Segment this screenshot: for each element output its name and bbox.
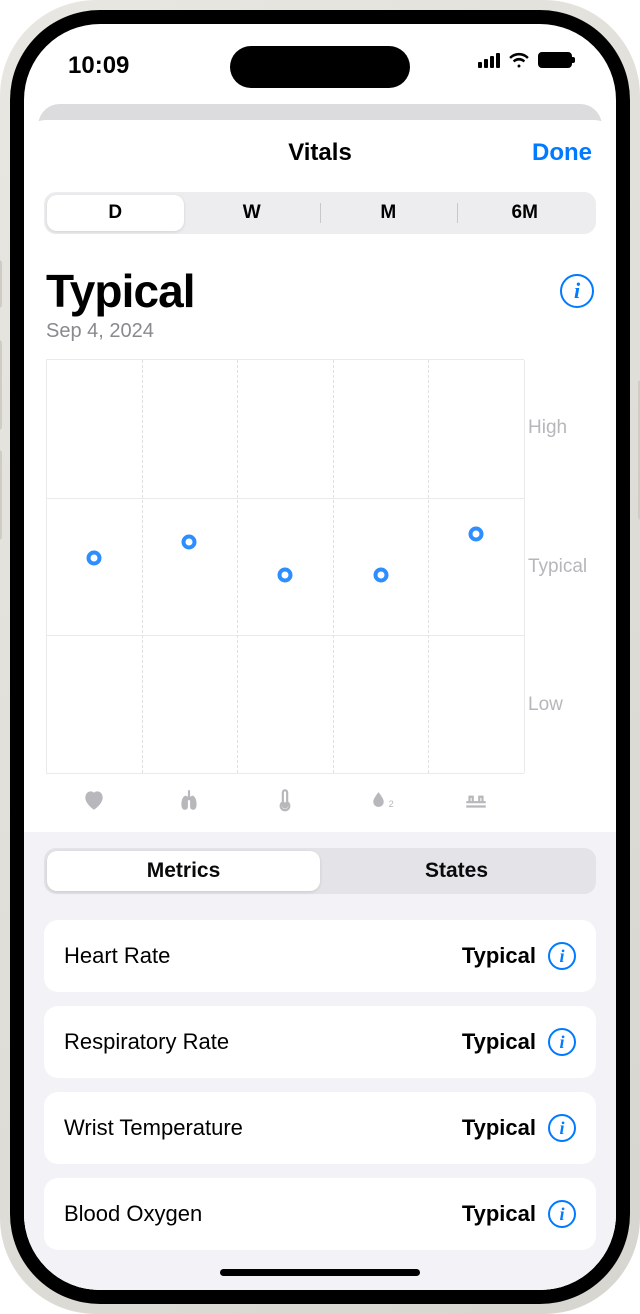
- metric-row[interactable]: Blood Oxygen Typical i: [44, 1178, 596, 1250]
- metric-value: Typical: [462, 1115, 536, 1141]
- metric-row[interactable]: Wrist Temperature Typical i: [44, 1092, 596, 1164]
- range-option-d[interactable]: D: [47, 195, 184, 232]
- thermometer-icon: [237, 782, 333, 818]
- metric-name: Heart Rate: [64, 943, 170, 969]
- ylabel-typical: Typical: [528, 556, 587, 578]
- metric-name: Blood Oxygen: [64, 1201, 202, 1227]
- range-option-6m[interactable]: 6M: [457, 195, 594, 232]
- chart-point: [469, 526, 484, 541]
- cellular-icon: [478, 53, 500, 68]
- vitals-sheet: Vitals Done D W M 6M Typical Sep 4, 2024: [24, 120, 616, 1290]
- status-time: 10:09: [68, 52, 129, 80]
- chart-point: [86, 551, 101, 566]
- tab-metrics[interactable]: Metrics: [47, 851, 320, 891]
- info-icon[interactable]: i: [548, 942, 576, 970]
- done-button[interactable]: Done: [532, 139, 592, 167]
- summary-status: Typical: [46, 264, 195, 318]
- home-indicator[interactable]: [220, 1269, 420, 1276]
- ylabel-high: High: [528, 417, 567, 439]
- range-option-w[interactable]: W: [184, 195, 321, 232]
- chart-point: [182, 534, 197, 549]
- metric-value: Typical: [462, 1029, 536, 1055]
- heart-icon: [46, 782, 142, 818]
- metric-row[interactable]: Heart Rate Typical i: [44, 920, 596, 992]
- info-button[interactable]: i: [560, 274, 594, 308]
- chart-point: [373, 567, 388, 582]
- nav-bar: Vitals Done: [24, 120, 616, 186]
- info-icon[interactable]: i: [548, 1114, 576, 1142]
- o2-icon: 2: [333, 782, 429, 818]
- chart-point: [278, 567, 293, 582]
- metric-value: Typical: [462, 1201, 536, 1227]
- battery-icon: [538, 52, 572, 68]
- sleep-icon: [428, 782, 524, 818]
- metric-name: Respiratory Rate: [64, 1029, 229, 1055]
- metric-value: Typical: [462, 943, 536, 969]
- dynamic-island: [230, 46, 410, 88]
- time-range-segmented[interactable]: D W M 6M: [44, 192, 596, 235]
- bottom-panel: Metrics States Heart RateTypicaliRespira…: [24, 832, 616, 1290]
- range-option-m[interactable]: M: [320, 195, 457, 232]
- wifi-icon: [508, 52, 530, 68]
- lungs-icon: [142, 782, 238, 818]
- metrics-states-segmented[interactable]: Metrics States: [44, 848, 596, 894]
- info-icon[interactable]: i: [548, 1028, 576, 1056]
- metric-name: Wrist Temperature: [64, 1115, 243, 1141]
- page-title: Vitals: [24, 139, 616, 167]
- tab-states[interactable]: States: [320, 851, 593, 891]
- ylabel-low: Low: [528, 694, 563, 716]
- vitals-chart: High Typical Low: [46, 359, 594, 818]
- info-icon[interactable]: i: [548, 1200, 576, 1228]
- summary-date: Sep 4, 2024: [46, 320, 195, 343]
- metric-row[interactable]: Respiratory Rate Typical i: [44, 1006, 596, 1078]
